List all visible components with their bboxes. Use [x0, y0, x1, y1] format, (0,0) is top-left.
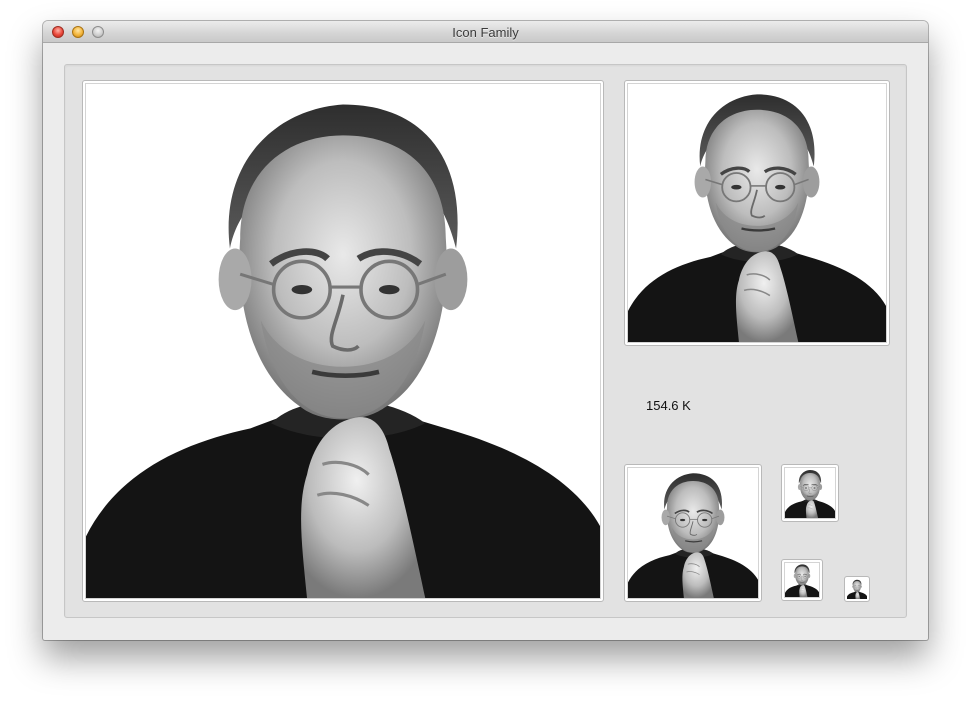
- icon-well-large[interactable]: [82, 80, 604, 602]
- portrait-image: [628, 468, 758, 598]
- icon-well-micro[interactable]: [781, 559, 823, 601]
- icon-well-small[interactable]: [624, 464, 762, 602]
- portrait-image: [785, 563, 819, 597]
- icon-family-window: Icon Family 154.6 K: [43, 21, 928, 640]
- title-bar[interactable]: Icon Family: [43, 21, 928, 43]
- icon-family-panel: 154.6 K: [64, 64, 907, 618]
- portrait-image: [628, 84, 886, 342]
- file-size-label: 154.6 K: [646, 398, 691, 413]
- portrait-image: [785, 468, 835, 518]
- icon-well-medium[interactable]: [624, 80, 890, 346]
- portrait-image: [847, 579, 867, 599]
- icon-well-tiny[interactable]: [781, 464, 839, 522]
- icon-well-nano[interactable]: [844, 576, 870, 602]
- portrait-image: [86, 84, 600, 598]
- window-title: Icon Family: [452, 25, 519, 40]
